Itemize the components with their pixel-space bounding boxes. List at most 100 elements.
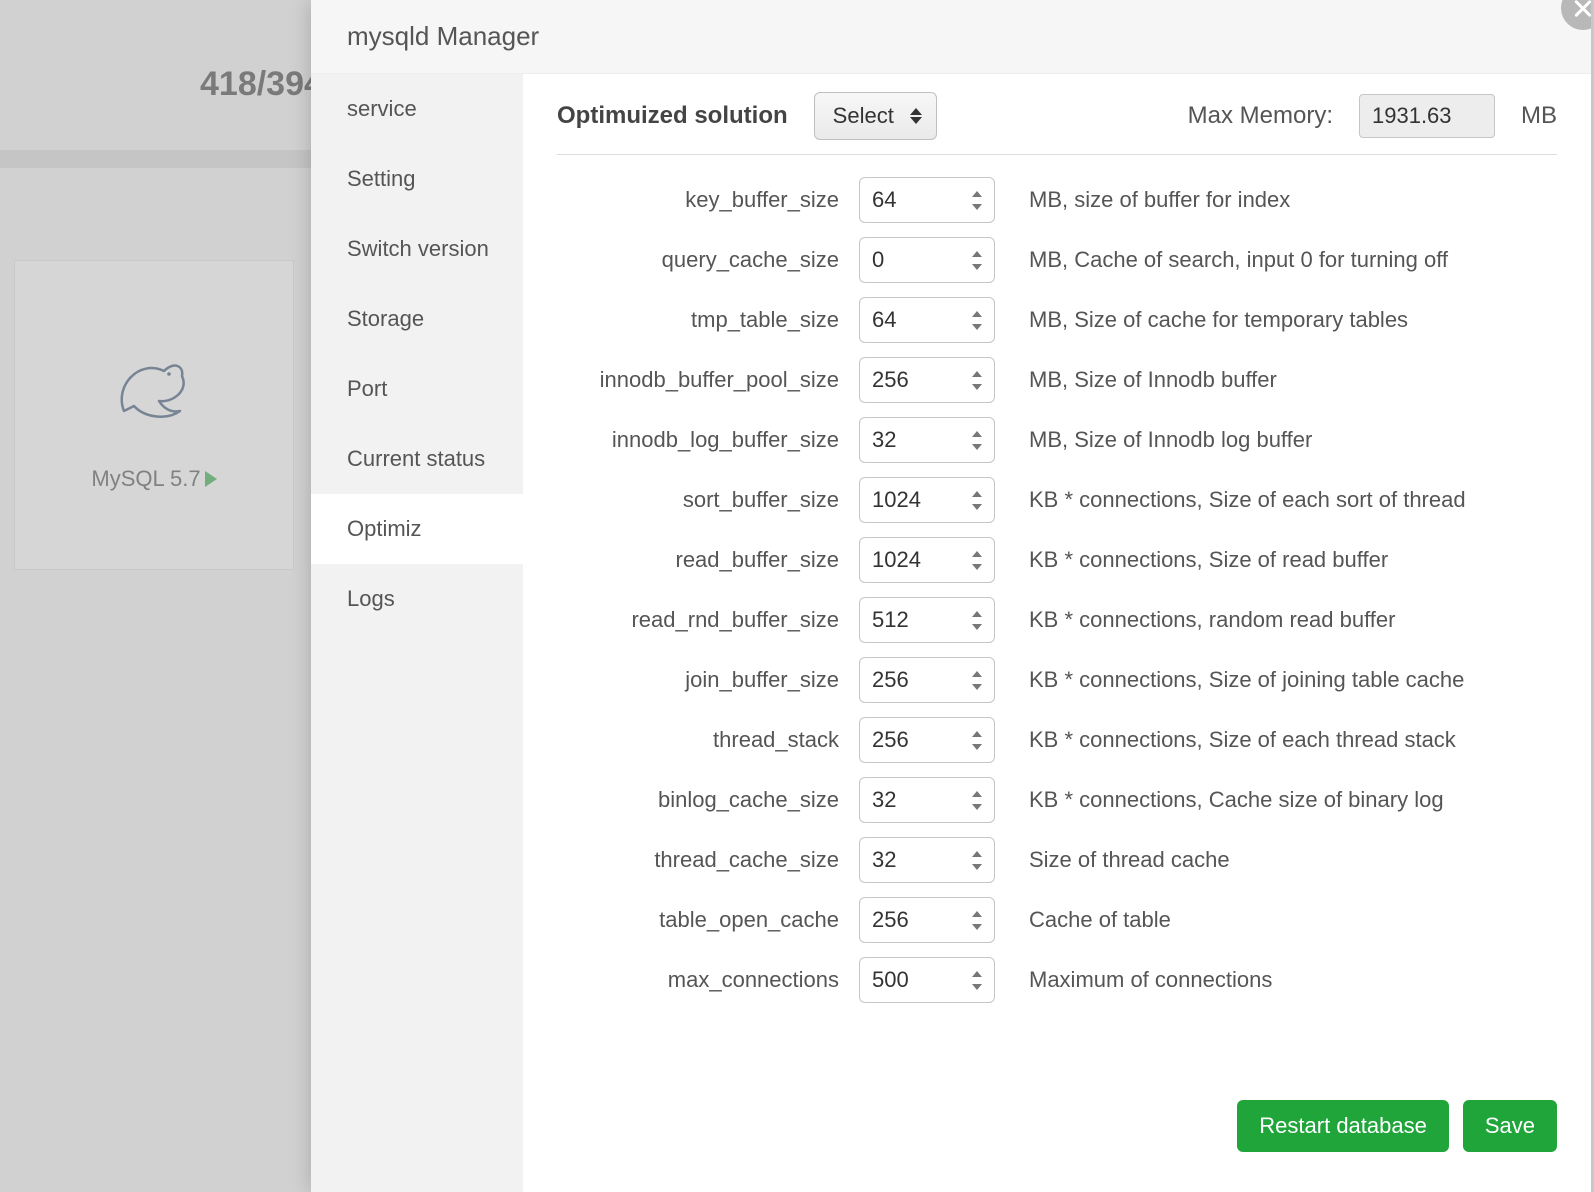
param-label-innodb_log_buffer_size: innodb_log_buffer_size bbox=[557, 427, 839, 453]
param-desc-table_open_cache: Cache of table bbox=[1029, 907, 1557, 933]
param-desc-innodb_log_buffer_size: MB, Size of Innodb log buffer bbox=[1029, 427, 1557, 453]
stepper-up-icon[interactable] bbox=[970, 789, 984, 799]
sidebar-item-setting[interactable]: Setting bbox=[311, 144, 523, 214]
restart-database-button[interactable]: Restart database bbox=[1237, 1100, 1449, 1152]
stepper-up-icon[interactable] bbox=[970, 189, 984, 199]
sidebar-item-service[interactable]: service bbox=[311, 74, 523, 144]
stepper-down-icon[interactable] bbox=[970, 562, 984, 572]
stepper-up-icon[interactable] bbox=[970, 729, 984, 739]
param-input-table_open_cache[interactable] bbox=[859, 897, 995, 943]
dolphin-icon bbox=[114, 351, 194, 421]
optimized-solution-select[interactable]: Select bbox=[814, 92, 937, 140]
optimized-solution-value: Select bbox=[833, 103, 894, 129]
param-desc-thread_stack: KB * connections, Size of each thread st… bbox=[1029, 727, 1557, 753]
param-value-innodb_log_buffer_size[interactable] bbox=[872, 427, 952, 453]
select-arrows-icon bbox=[910, 108, 922, 124]
disk-counter: 418/394 bbox=[200, 65, 323, 104]
param-value-read_rnd_buffer_size[interactable] bbox=[872, 607, 952, 633]
param-value-table_open_cache[interactable] bbox=[872, 907, 952, 933]
param-input-read_rnd_buffer_size[interactable] bbox=[859, 597, 995, 643]
modal-title-bar: mysqld Manager bbox=[311, 0, 1591, 74]
mysql-card-label: MySQL 5.7 bbox=[91, 466, 200, 492]
param-label-tmp_table_size: tmp_table_size bbox=[557, 307, 839, 333]
stepper-down-icon[interactable] bbox=[970, 322, 984, 332]
param-value-read_buffer_size[interactable] bbox=[872, 547, 952, 573]
param-value-key_buffer_size[interactable] bbox=[872, 187, 952, 213]
param-input-tmp_table_size[interactable] bbox=[859, 297, 995, 343]
play-icon bbox=[205, 471, 217, 487]
param-label-innodb_buffer_pool_size: innodb_buffer_pool_size bbox=[557, 367, 839, 393]
modal-title: mysqld Manager bbox=[347, 21, 539, 52]
sidebar-item-optimiz[interactable]: Optimiz bbox=[311, 494, 523, 564]
param-input-max_connections[interactable] bbox=[859, 957, 995, 1003]
stepper-up-icon[interactable] bbox=[970, 369, 984, 379]
stepper-up-icon[interactable] bbox=[970, 669, 984, 679]
param-input-key_buffer_size[interactable] bbox=[859, 177, 995, 223]
param-desc-read_rnd_buffer_size: KB * connections, random read buffer bbox=[1029, 607, 1557, 633]
param-value-thread_cache_size[interactable] bbox=[872, 847, 952, 873]
param-label-join_buffer_size: join_buffer_size bbox=[557, 667, 839, 693]
mysqld-manager-modal: mysqld Manager serviceSettingSwitch vers… bbox=[311, 0, 1591, 1192]
param-label-table_open_cache: table_open_cache bbox=[557, 907, 839, 933]
param-input-sort_buffer_size[interactable] bbox=[859, 477, 995, 523]
param-input-join_buffer_size[interactable] bbox=[859, 657, 995, 703]
stepper-down-icon[interactable] bbox=[970, 262, 984, 272]
param-desc-tmp_table_size: MB, Size of cache for temporary tables bbox=[1029, 307, 1557, 333]
optimized-solution-label: Optimuized solution bbox=[557, 102, 788, 130]
param-label-max_connections: max_connections bbox=[557, 967, 839, 993]
param-value-join_buffer_size[interactable] bbox=[872, 667, 952, 693]
param-input-innodb_log_buffer_size[interactable] bbox=[859, 417, 995, 463]
param-input-thread_stack[interactable] bbox=[859, 717, 995, 763]
stepper-up-icon[interactable] bbox=[970, 249, 984, 259]
stepper-up-icon[interactable] bbox=[970, 969, 984, 979]
stepper-up-icon[interactable] bbox=[970, 429, 984, 439]
sidebar-item-storage[interactable]: Storage bbox=[311, 284, 523, 354]
param-label-query_cache_size: query_cache_size bbox=[557, 247, 839, 273]
max-memory-label: Max Memory: bbox=[1188, 102, 1333, 130]
stepper-up-icon[interactable] bbox=[970, 489, 984, 499]
param-value-innodb_buffer_pool_size[interactable] bbox=[872, 367, 952, 393]
param-desc-key_buffer_size: MB, size of buffer for index bbox=[1029, 187, 1557, 213]
sidebar-item-current-status[interactable]: Current status bbox=[311, 424, 523, 494]
stepper-down-icon[interactable] bbox=[970, 382, 984, 392]
stepper-down-icon[interactable] bbox=[970, 502, 984, 512]
stepper-down-icon[interactable] bbox=[970, 802, 984, 812]
stepper-up-icon[interactable] bbox=[970, 609, 984, 619]
stepper-down-icon[interactable] bbox=[970, 682, 984, 692]
param-desc-thread_cache_size: Size of thread cache bbox=[1029, 847, 1557, 873]
param-value-binlog_cache_size[interactable] bbox=[872, 787, 952, 813]
param-input-thread_cache_size[interactable] bbox=[859, 837, 995, 883]
param-label-read_buffer_size: read_buffer_size bbox=[557, 547, 839, 573]
sidebar: serviceSettingSwitch versionStoragePortC… bbox=[311, 74, 523, 1192]
max-memory-value bbox=[1359, 94, 1495, 138]
stepper-down-icon[interactable] bbox=[970, 982, 984, 992]
param-label-sort_buffer_size: sort_buffer_size bbox=[557, 487, 839, 513]
param-value-max_connections[interactable] bbox=[872, 967, 952, 993]
sidebar-item-logs[interactable]: Logs bbox=[311, 564, 523, 634]
optimize-pane: Optimuized solution Select Max Memory: M… bbox=[523, 74, 1591, 1192]
stepper-down-icon[interactable] bbox=[970, 202, 984, 212]
param-input-innodb_buffer_pool_size[interactable] bbox=[859, 357, 995, 403]
stepper-down-icon[interactable] bbox=[970, 862, 984, 872]
param-input-binlog_cache_size[interactable] bbox=[859, 777, 995, 823]
stepper-up-icon[interactable] bbox=[970, 309, 984, 319]
stepper-up-icon[interactable] bbox=[970, 849, 984, 859]
sidebar-item-switch-version[interactable]: Switch version bbox=[311, 214, 523, 284]
param-input-query_cache_size[interactable] bbox=[859, 237, 995, 283]
param-value-tmp_table_size[interactable] bbox=[872, 307, 952, 333]
stepper-down-icon[interactable] bbox=[970, 742, 984, 752]
stepper-up-icon[interactable] bbox=[970, 909, 984, 919]
param-value-thread_stack[interactable] bbox=[872, 727, 952, 753]
stepper-down-icon[interactable] bbox=[970, 622, 984, 632]
param-label-thread_cache_size: thread_cache_size bbox=[557, 847, 839, 873]
param-value-query_cache_size[interactable] bbox=[872, 247, 952, 273]
param-desc-join_buffer_size: KB * connections, Size of joining table … bbox=[1029, 667, 1557, 693]
sidebar-item-port[interactable]: Port bbox=[311, 354, 523, 424]
stepper-down-icon[interactable] bbox=[970, 922, 984, 932]
param-desc-query_cache_size: MB, Cache of search, input 0 for turning… bbox=[1029, 247, 1557, 273]
stepper-down-icon[interactable] bbox=[970, 442, 984, 452]
param-input-read_buffer_size[interactable] bbox=[859, 537, 995, 583]
param-value-sort_buffer_size[interactable] bbox=[872, 487, 952, 513]
stepper-up-icon[interactable] bbox=[970, 549, 984, 559]
save-button[interactable]: Save bbox=[1463, 1100, 1557, 1152]
